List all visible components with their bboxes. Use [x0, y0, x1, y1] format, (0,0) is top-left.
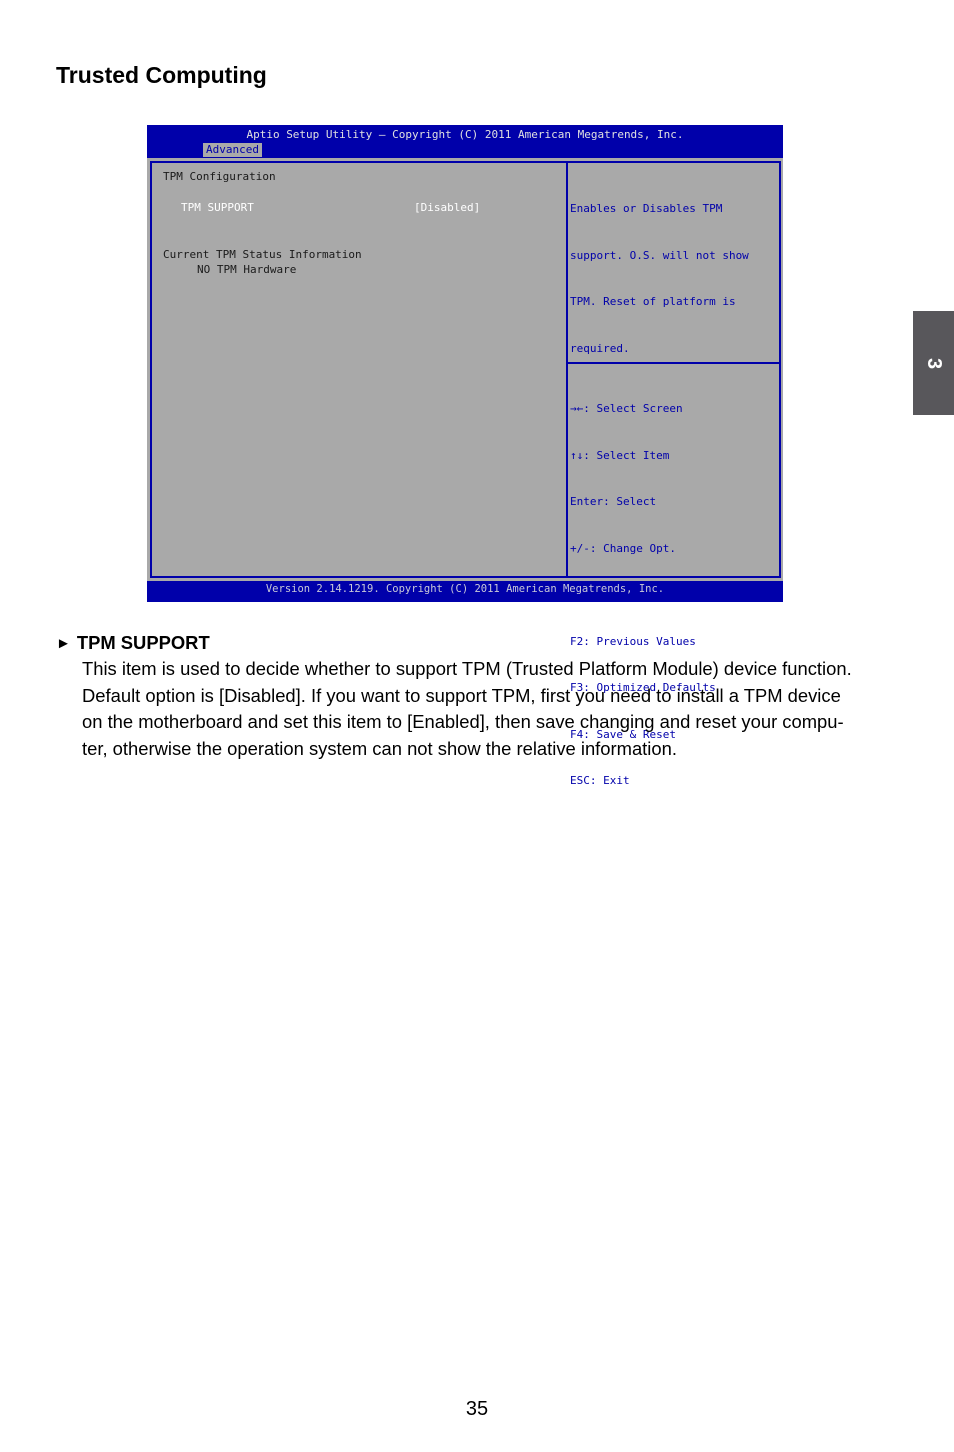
key-help-esc: ESC: Exit: [570, 774, 630, 787]
item-help-text: Enables or Disables TPM support. O.S. wi…: [570, 170, 749, 387]
tpm-status-value: NO TPM Hardware: [197, 263, 297, 276]
tpm-configuration-heading: TPM Configuration: [163, 170, 276, 183]
page-number: 35: [465, 1398, 489, 1420]
right-triangle-bullet-icon: ►: [56, 634, 71, 652]
section-title: Trusted Computing: [56, 62, 267, 88]
tab-advanced[interactable]: Advanced: [203, 143, 262, 157]
tpm-support-value[interactable]: [Disabled]: [414, 200, 480, 215]
help-line: required.: [570, 341, 630, 355]
help-line: Enables or Disables TPM: [570, 202, 723, 215]
description-line: on the motherboard and set this item to …: [82, 711, 844, 732]
help-line: support. O.S. will not show: [570, 248, 749, 262]
key-help-select-screen: →←: Select Screen: [570, 402, 683, 415]
bios-footer: Version 2.14.1219. Copyright (C) 2011 Am…: [265, 583, 665, 595]
description-line: Default option is [Disabled]. If you wan…: [82, 684, 841, 706]
chapter-tab: 3: [913, 311, 954, 415]
tpm-support-description: ► TPM SUPPORT This item is used to decid…: [56, 632, 916, 762]
help-line: TPM. Reset of platform is: [570, 295, 736, 308]
description-heading: TPM SUPPORT: [76, 632, 210, 653]
key-help-change-opt: +/-: Change Opt.: [570, 541, 676, 555]
tpm-status-heading: Current TPM Status Information: [163, 248, 362, 261]
description-body: This item is used to decide whether to s…: [82, 656, 916, 762]
tpm-support-label[interactable]: TPM SUPPORT: [181, 200, 254, 215]
description-heading-row: ► TPM SUPPORT: [56, 632, 916, 654]
bios-frame: TPM Configuration TPM SUPPORT [Disabled]…: [150, 161, 781, 787]
key-help-enter: Enter: Select: [570, 495, 657, 508]
description-line: This item is used to decide whether to s…: [82, 658, 852, 679]
description-line: ter, otherwise the operation system can …: [82, 737, 677, 759]
chapter-number: 3: [923, 357, 945, 369]
panel-divider-vertical: [566, 163, 568, 576]
bios-title: Aptio Setup Utility – Copyright (C) 2011…: [246, 128, 684, 141]
key-help-select-item: ↑↓: Select Item: [570, 448, 670, 462]
bios-body: TPM Configuration TPM SUPPORT [Disabled]…: [147, 158, 783, 787]
bios-screenshot: Aptio Setup Utility – Copyright (C) 2011…: [147, 125, 783, 787]
